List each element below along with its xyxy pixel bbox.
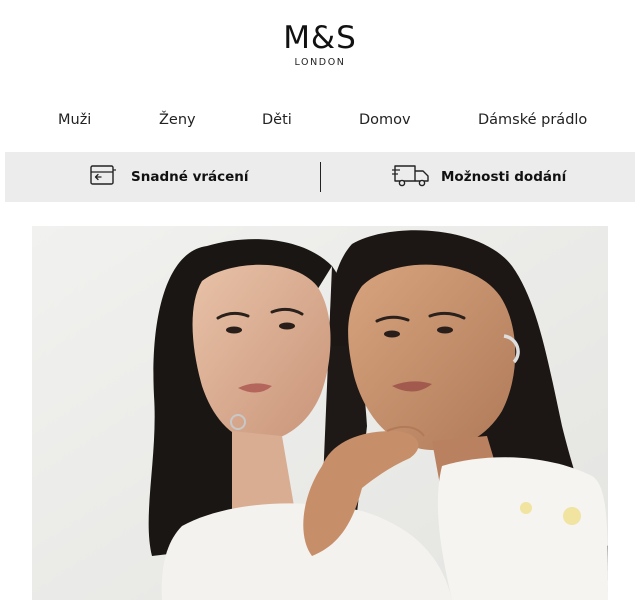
service-bar: Snadné vrácení Možnosti dodání <box>5 152 635 202</box>
returns-icon <box>89 163 117 191</box>
nav-item-zeny[interactable]: Ženy <box>159 109 196 131</box>
service-divider <box>320 162 321 192</box>
main-navigation: Muži Ženy Děti Domov Dámské prádlo <box>0 109 640 131</box>
delivery-truck-icon <box>392 161 432 193</box>
returns-label: Snadné vrácení <box>131 169 249 185</box>
delivery-link[interactable]: Možnosti dodání <box>392 152 566 202</box>
nav-item-domov[interactable]: Domov <box>359 109 411 131</box>
returns-link[interactable]: Snadné vrácení <box>89 152 249 202</box>
logo-subtitle: LONDON <box>294 57 346 68</box>
delivery-label: Možnosti dodání <box>441 169 567 185</box>
nav-item-damske-pradlo[interactable]: Dámské prádlo <box>478 109 587 131</box>
nav-item-muzi[interactable]: Muži <box>58 109 91 131</box>
brand-logo[interactable]: M&S LONDON <box>0 20 640 68</box>
nav-item-deti[interactable]: Děti <box>262 109 292 131</box>
hero-illustration <box>32 226 608 600</box>
hero-image[interactable] <box>32 226 608 600</box>
logo-wordmark: M&S <box>283 20 357 56</box>
